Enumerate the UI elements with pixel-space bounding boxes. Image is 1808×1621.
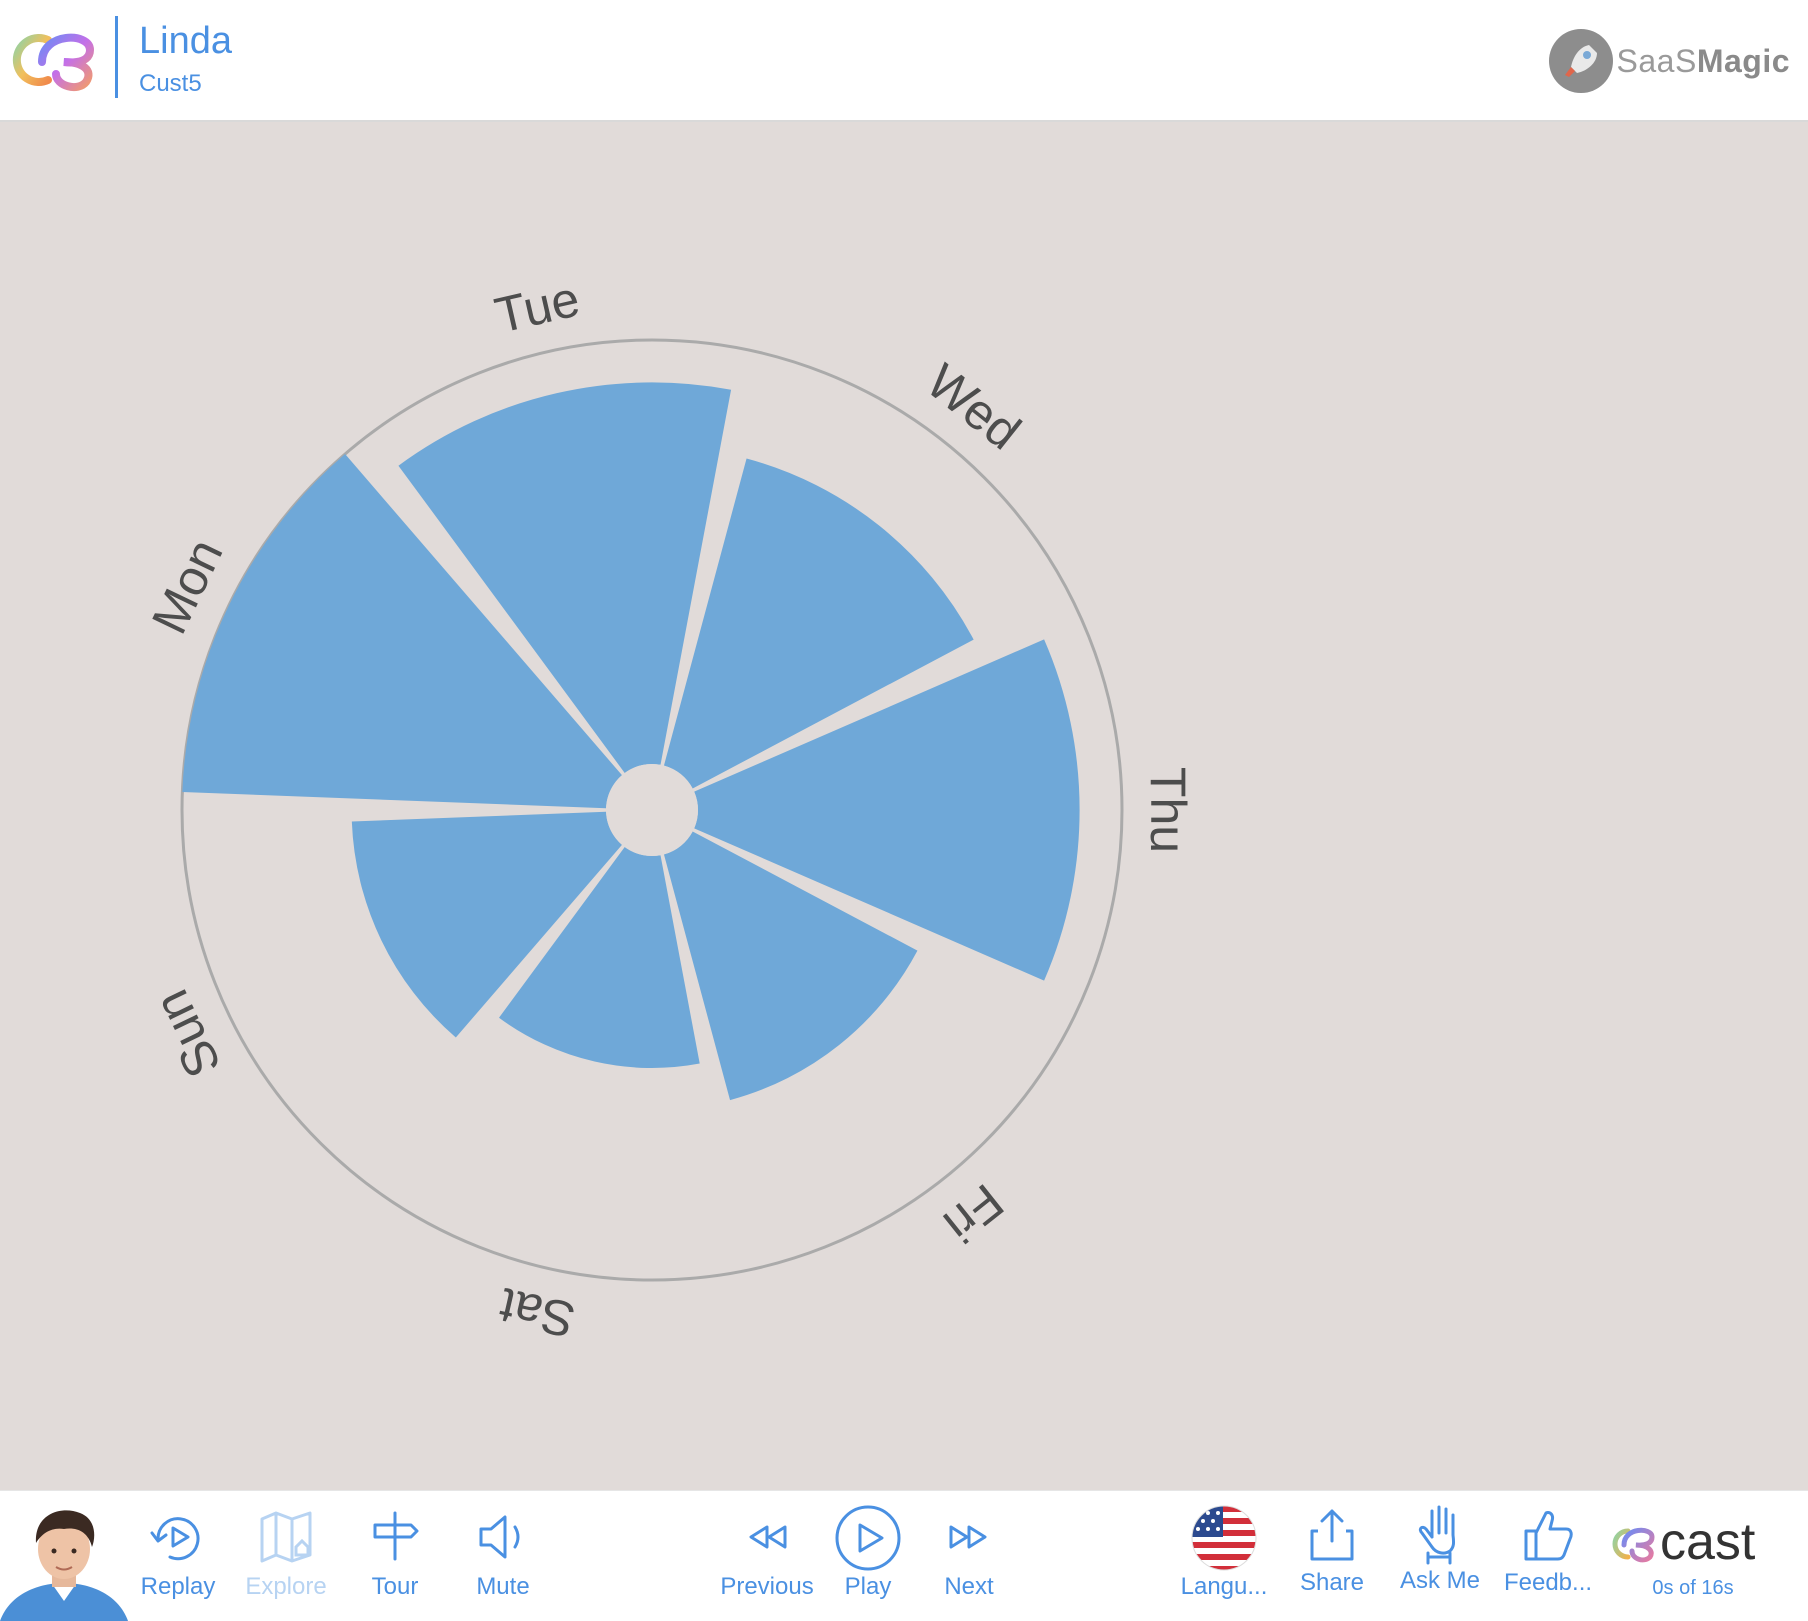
- explore-label: Explore: [245, 1573, 327, 1600]
- raised-hand-icon: [1418, 1505, 1456, 1565]
- next-label: Next: [944, 1573, 994, 1600]
- axis-label-wed: Wed: [916, 353, 1031, 460]
- polar-area-chart: MonTueWedThuFriSatSun: [141, 270, 1196, 1348]
- rewind-icon: [749, 1525, 787, 1549]
- signpost-icon: [373, 1511, 419, 1561]
- replay-icon: [150, 1517, 200, 1561]
- play-button[interactable]: Play: [814, 1505, 922, 1619]
- mute-label: Mute: [476, 1573, 530, 1600]
- avatar[interactable]: [0, 1501, 128, 1621]
- language-label: Langu...: [1180, 1573, 1268, 1600]
- speaker-icon: [479, 1515, 520, 1559]
- axis-label-thu: Thu: [1140, 767, 1196, 853]
- play-label: Play: [844, 1573, 892, 1600]
- axis-label-sat: Sat: [494, 1277, 580, 1348]
- share-label: Share: [1299, 1569, 1365, 1596]
- user-subtitle: Cust5: [139, 70, 202, 97]
- brand-name-regular: SaaS: [1616, 42, 1697, 79]
- replay-button[interactable]: Replay: [124, 1509, 232, 1619]
- ask-me-label: Ask Me: [1399, 1567, 1480, 1594]
- axis-label-fri: Fri: [933, 1173, 1014, 1253]
- chart-stage: Mon Tue Wed Thu Fri Sat Sun: [0, 122, 1808, 1490]
- cast-brand-text: cast: [1660, 1513, 1756, 1571]
- tour-button[interactable]: Tour: [341, 1509, 449, 1619]
- rocket-icon: [1548, 29, 1613, 93]
- player-toolbar: Replay Explore Tour Mute Previous Play N…: [0, 1490, 1808, 1621]
- previous-label: Previous: [720, 1573, 814, 1600]
- tour-label: Tour: [371, 1573, 419, 1600]
- brand-name-bold: Magic: [1696, 42, 1790, 79]
- replay-label: Replay: [140, 1573, 216, 1600]
- playback-progress: 0s of 16s: [1652, 1577, 1734, 1599]
- feedback-label: Feedb...: [1503, 1569, 1593, 1596]
- explore-button[interactable]: Explore: [232, 1509, 340, 1619]
- header-bar: Linda Cust5 SaaSMagic: [0, 0, 1808, 122]
- chart-center-hole: [606, 764, 698, 856]
- header-divider: [115, 16, 118, 98]
- feedback-button[interactable]: Feedb...: [1494, 1509, 1602, 1619]
- us-flag-icon: [1191, 1505, 1257, 1571]
- language-button[interactable]: Langu...: [1170, 1505, 1278, 1619]
- axis-label-sun: Sun: [143, 982, 232, 1086]
- fast-forward-icon: [949, 1525, 987, 1549]
- next-button[interactable]: Next: [915, 1509, 1023, 1619]
- user-name: Linda: [139, 20, 232, 62]
- play-icon: [835, 1505, 901, 1571]
- share-icon: [1310, 1509, 1354, 1561]
- infinity-loop-icon[interactable]: [12, 22, 98, 96]
- brand-logo: SaaSMagic: [1548, 28, 1790, 94]
- mute-button[interactable]: Mute: [449, 1509, 557, 1619]
- previous-button[interactable]: Previous: [713, 1509, 821, 1619]
- thumbs-up-icon: [1524, 1511, 1573, 1561]
- axis-label-tue: Tue: [490, 270, 585, 343]
- map-icon: [260, 1511, 312, 1563]
- share-button[interactable]: Share: [1278, 1509, 1386, 1619]
- cast-logo[interactable]: cast: [1606, 1513, 1786, 1573]
- ask-me-button[interactable]: Ask Me: [1386, 1505, 1494, 1619]
